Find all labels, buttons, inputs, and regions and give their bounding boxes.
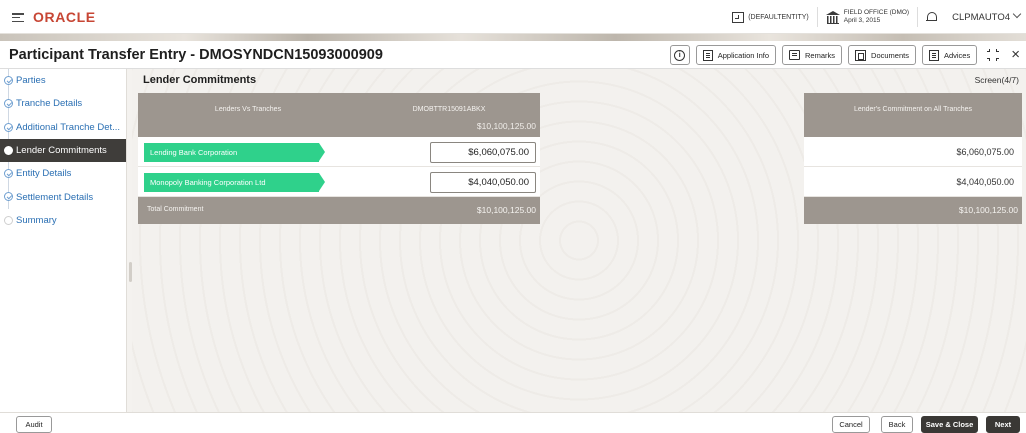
- lenders-vs-tranches-label: Lenders Vs Tranches: [214, 106, 282, 113]
- top-bar: ORACLE (DEFAULTENTITY) FIELD OFFICE (DMO…: [0, 0, 1026, 34]
- check-circle-icon: [4, 122, 13, 132]
- tranche-column-header: DMOBTTR15091ABKX $10,100,125.00: [358, 93, 540, 137]
- commitment-cell: $4,040,050.00: [804, 167, 1022, 197]
- entity-label: (DEFAULTENTITY): [748, 13, 809, 21]
- remarks-icon: [789, 50, 801, 60]
- lender-commitment-amount: $6,060,075.00: [956, 147, 1014, 157]
- lenders-vs-tranches-header: Lenders Vs Tranches: [138, 93, 358, 137]
- sidebar-item-summary[interactable]: Summary: [0, 209, 126, 232]
- oracle-logo: ORACLE: [33, 9, 96, 25]
- office-date: April 3, 2015: [843, 17, 881, 24]
- documents-icon: [855, 49, 867, 61]
- main-content: Lender Commitments Screen(4/7) Lenders V…: [132, 69, 1026, 412]
- tranche-total-amount: $10,100,125.00: [476, 121, 536, 131]
- top-right-controls: (DEFAULTENTITY) FIELD OFFICE (DMO) April…: [732, 0, 1022, 34]
- check-circle-icon: [4, 76, 13, 85]
- lender-name-tag: Lending Bank Corporation: [144, 143, 325, 162]
- sidebar-train: Parties Tranche Details Additional Tranc…: [0, 69, 127, 412]
- sidebar-item-label: Summary: [16, 214, 57, 226]
- remarks-label: Remarks: [805, 50, 836, 60]
- current-step-icon: [4, 145, 13, 155]
- sidebar-item-label: Tranche Details: [16, 98, 83, 110]
- check-circle-icon: [4, 169, 13, 179]
- office-info: FIELD OFFICE (DMO) April 3, 2015: [844, 9, 909, 25]
- total-all-amount: $10,100,125.00: [958, 205, 1018, 215]
- documents-label: Documents: [871, 50, 909, 60]
- divider: [917, 7, 919, 27]
- collapse-icon[interactable]: [987, 49, 1000, 61]
- total-tranche-amount: $10,100,125.00: [476, 205, 536, 215]
- sidebar-item-label: Additional Tranche Det...: [16, 121, 121, 133]
- total-commitment-row: Total Commitment $10,100,125.00: [138, 197, 540, 224]
- back-button[interactable]: Back: [881, 416, 913, 433]
- decorative-banner: [0, 34, 1026, 41]
- section-title: Lender Commitments: [143, 74, 257, 86]
- sidebar-item-label: Settlement Details: [16, 191, 94, 203]
- branch-selector[interactable]: FIELD OFFICE (DMO) April 3, 2015: [825, 9, 909, 25]
- sidebar-item-label: Entity Details: [16, 168, 72, 180]
- commitment-amount-input[interactable]: $4,040,050.00: [430, 172, 536, 193]
- hamburger-menu-icon[interactable]: [12, 13, 24, 23]
- sidebar-item-lender-commitments[interactable]: Lender Commitments: [0, 138, 126, 163]
- advices-icon: [928, 49, 939, 61]
- sidebar-item-additional-tranche-details[interactable]: Additional Tranche Det...: [0, 115, 126, 139]
- info-icon: i: [674, 49, 686, 61]
- user-name: CLPMAUTO4: [952, 12, 1010, 23]
- application-info-icon: [702, 49, 713, 61]
- footer-bar: Audit Cancel Back Save & Close Next: [0, 412, 1026, 433]
- chevron-down-icon: [1012, 9, 1022, 19]
- screen-indicator: Screen(4/7): [974, 75, 1019, 85]
- pending-step-icon: [4, 215, 13, 225]
- documents-button[interactable]: Documents: [848, 45, 916, 65]
- commitment-amount-input[interactable]: $6,060,075.00: [430, 142, 536, 163]
- office-name: FIELD OFFICE (DMO): [843, 9, 910, 16]
- next-button[interactable]: Next: [986, 416, 1020, 433]
- lender-name: Lending Bank Corporation: [150, 148, 238, 157]
- user-menu[interactable]: CLPMAUTO4: [952, 9, 1022, 23]
- lender-name: Monopoly Banking Corporation Ltd: [150, 178, 266, 187]
- sidebar-item-tranche-details[interactable]: Tranche Details: [0, 92, 126, 116]
- sidebar-item-entity-details[interactable]: Entity Details: [0, 162, 126, 186]
- application-info-button[interactable]: Application Info: [695, 45, 777, 65]
- sidebar-item-label: Lender Commitments: [16, 145, 107, 157]
- bank-icon: [825, 11, 840, 24]
- tranche-name: DMOBTTR15091ABKX: [412, 106, 486, 113]
- remarks-button[interactable]: Remarks: [782, 45, 843, 65]
- close-icon[interactable]: ×: [1011, 47, 1020, 62]
- total-all-tranches-cell: $10,100,125.00: [804, 197, 1022, 224]
- table-row: Monopoly Banking Corporation Ltd $4,040,…: [138, 167, 540, 197]
- cancel-button[interactable]: Cancel: [832, 416, 870, 433]
- sidebar-item-parties[interactable]: Parties: [0, 69, 126, 93]
- commitment-column-label: Lender's Commitment on All Tranches: [853, 106, 973, 113]
- audit-button[interactable]: Audit: [16, 416, 52, 433]
- check-circle-icon: [4, 192, 13, 202]
- check-circle-icon: [4, 99, 13, 109]
- total-commitment-label: Total Commitment: [147, 206, 204, 213]
- sidebar-item-label: Parties: [16, 75, 46, 87]
- sidebar-item-settlement-details[interactable]: Settlement Details: [0, 185, 126, 209]
- page-header: Participant Transfer Entry - DMOSYNDCN15…: [0, 41, 1026, 69]
- entity-selector[interactable]: (DEFAULTENTITY): [732, 11, 809, 23]
- advices-button[interactable]: Advices: [921, 45, 978, 65]
- lender-name-tag: Monopoly Banking Corporation Ltd: [144, 173, 325, 192]
- lender-commitment-amount: $4,040,050.00: [956, 177, 1014, 187]
- save-close-button[interactable]: Save & Close: [921, 416, 978, 433]
- application-info-label: Application Info: [717, 50, 770, 60]
- header-actions: i Application Info Remarks Documents Adv…: [669, 45, 1020, 65]
- commitment-column-header: Lender's Commitment on All Tranches: [804, 93, 1022, 137]
- entity-icon: [732, 11, 745, 23]
- advices-label: Advices: [943, 50, 971, 60]
- page-title: Participant Transfer Entry - DMOSYNDCN15…: [9, 47, 383, 63]
- table-row: Lending Bank Corporation $6,060,075.00: [138, 137, 540, 167]
- commitment-cell: $6,060,075.00: [804, 137, 1022, 167]
- notification-bell-icon[interactable]: [926, 11, 938, 23]
- info-button[interactable]: i: [669, 45, 690, 65]
- divider: [816, 7, 818, 27]
